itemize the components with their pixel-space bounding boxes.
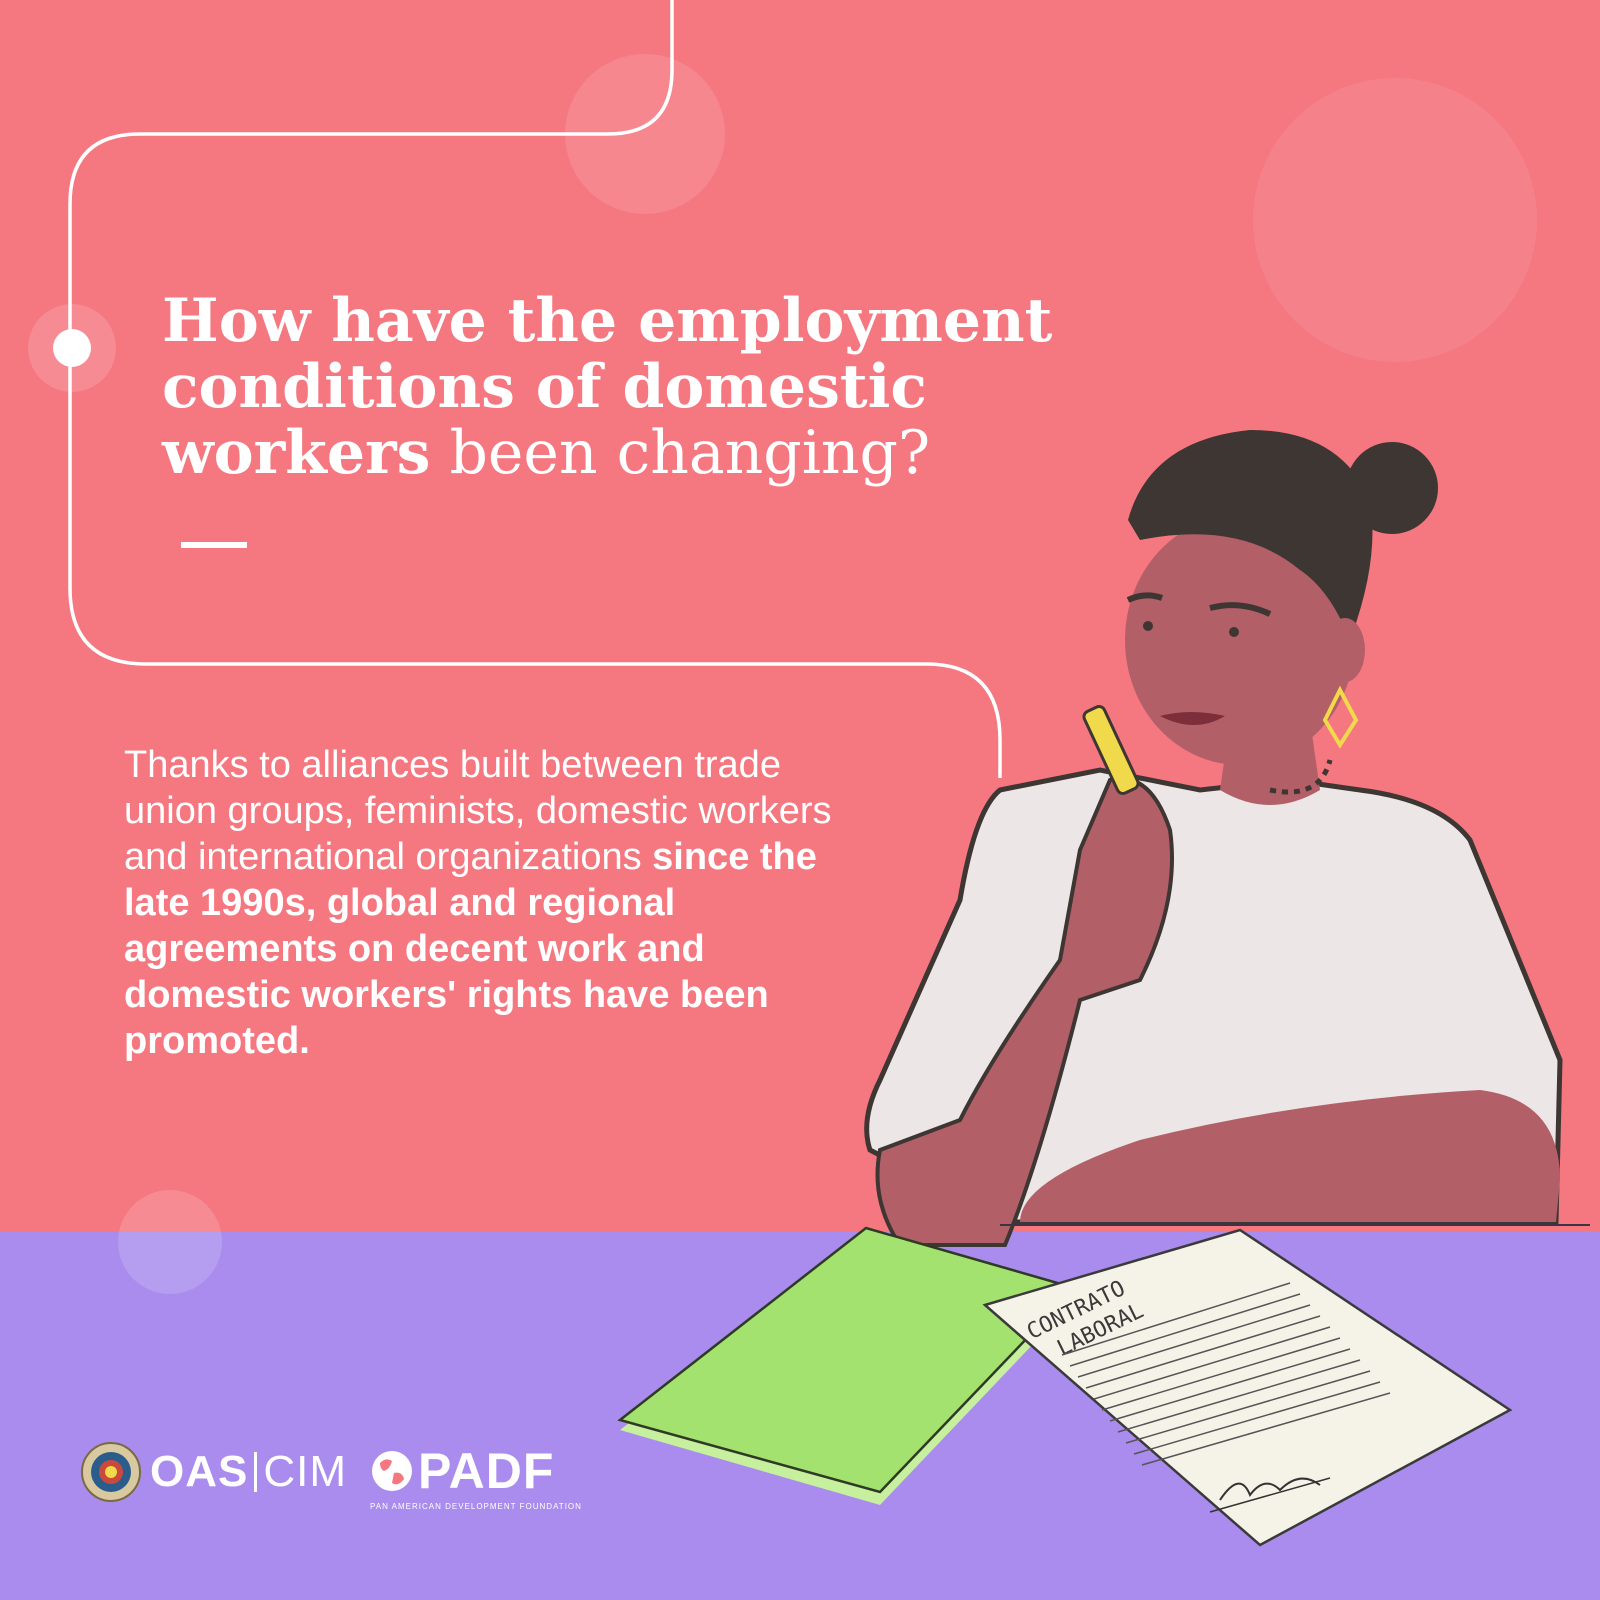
padf-full-name: PAN AMERICAN DEVELOPMENT FOUNDATION: [370, 1502, 582, 1511]
hair-bun: [1346, 442, 1438, 534]
globe-icon: [372, 1451, 412, 1491]
cim-label: CIM: [263, 1447, 348, 1496]
right-eye: [1229, 627, 1239, 637]
padf-label: PADF: [418, 1443, 555, 1499]
oas-cim-logo: OAS CIM: [80, 1440, 347, 1504]
padf-logo: PADF PAN AMERICAN DEVELOPMENT FOUNDATION: [370, 1442, 581, 1511]
ear: [1325, 618, 1365, 682]
oas-label: OAS: [150, 1447, 249, 1496]
notebook: [617, 1226, 1078, 1505]
left-eye: [1143, 621, 1153, 631]
worker-illustration: CONTRATO LABORAL: [617, 430, 1590, 1547]
oas-seal-icon: [81, 1442, 141, 1502]
contract-document: CONTRATO LABORAL: [982, 1228, 1513, 1547]
logo-separator: [254, 1452, 258, 1492]
infographic: How have the employment conditions of do…: [0, 0, 1600, 1600]
